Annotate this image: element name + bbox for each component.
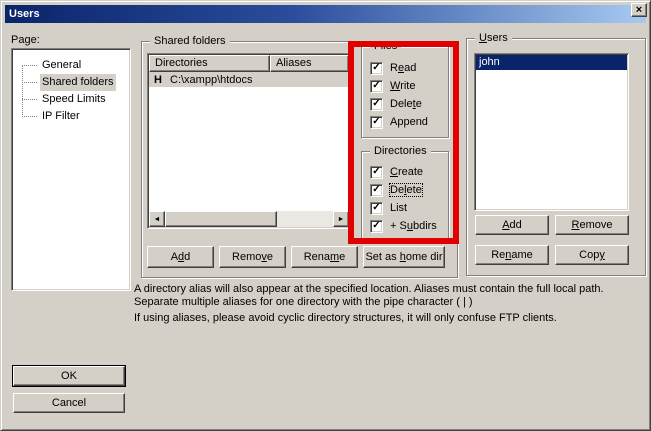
create-checkbox-row[interactable]: ✓ Create — [370, 165, 423, 179]
subdirs-checkbox-row[interactable]: ✓ + Subdirs — [370, 219, 437, 233]
home-marker: H — [154, 74, 170, 86]
checkmark-icon: ✓ — [372, 81, 380, 91]
user-list-item[interactable]: john — [476, 55, 627, 70]
folder-add-button[interactable]: Add — [147, 246, 214, 268]
page-label: Page: — [11, 34, 40, 46]
directories-group: Directories ✓ Create ✓ Delete ✓ List ✓ +… — [361, 151, 449, 243]
tree-line-stub — [22, 99, 37, 100]
files-group-label: Files — [370, 40, 401, 52]
read-label: Read — [390, 62, 416, 74]
column-header-directories[interactable]: Directories — [149, 55, 270, 72]
ok-button[interactable]: OK — [13, 366, 125, 386]
button-label: Remove — [232, 251, 273, 263]
directories-group-label: Directories — [370, 145, 431, 157]
button-label: Copy — [579, 249, 605, 261]
tree-item-label: IP Filter — [40, 108, 82, 125]
read-checkbox-row[interactable]: ✓ Read — [370, 61, 416, 75]
write-checkbox[interactable]: ✓ — [370, 80, 383, 93]
button-label: Add — [502, 219, 522, 231]
tree-item-label: Shared folders — [40, 74, 116, 91]
cyclic-note: If using aliases, please avoid cyclic di… — [134, 312, 646, 325]
button-label: Remove — [572, 219, 613, 231]
write-label: Write — [390, 80, 415, 92]
directories-list-header: Directories Aliases — [149, 55, 349, 72]
create-checkbox[interactable]: ✓ — [370, 166, 383, 179]
dir-delete-label: Delete — [390, 184, 422, 196]
user-remove-button[interactable]: Remove — [555, 215, 629, 235]
read-checkbox[interactable]: ✓ — [370, 62, 383, 75]
tree-item-label: General — [40, 57, 83, 74]
button-label: OK — [61, 370, 77, 382]
tree-line-stub — [22, 82, 37, 83]
column-header-aliases[interactable]: Aliases — [270, 55, 349, 72]
set-as-home-dir-button[interactable]: Set as home dir — [363, 246, 445, 268]
dir-delete-checkbox[interactable]: ✓ — [370, 184, 383, 197]
scroll-left-icon: ◄ — [154, 216, 161, 223]
window-title: Users — [9, 8, 40, 20]
scroll-left-button[interactable]: ◄ — [149, 211, 165, 227]
button-label: Set as home dir — [365, 251, 442, 263]
tree-item-general[interactable]: General — [12, 57, 130, 74]
file-delete-checkbox[interactable]: ✓ — [370, 98, 383, 111]
append-checkbox[interactable]: ✓ — [370, 116, 383, 129]
write-checkbox-row[interactable]: ✓ Write — [370, 79, 415, 93]
tree-item-ip-filter[interactable]: IP Filter — [12, 108, 130, 125]
tree-line-stub — [22, 116, 37, 117]
checkmark-icon: ✓ — [372, 221, 380, 231]
titlebar[interactable]: Users — [5, 5, 646, 23]
close-button[interactable]: × — [631, 3, 647, 17]
tree-item-label: Speed Limits — [40, 91, 108, 108]
checkmark-icon: ✓ — [372, 167, 380, 177]
user-rename-button[interactable]: Rename — [475, 245, 549, 265]
subdirs-label: + Subdirs — [390, 220, 437, 232]
button-label: Rename — [491, 249, 533, 261]
alias-note: A directory alias will also appear at th… — [134, 283, 646, 309]
tree-line-stub — [22, 65, 37, 66]
list-checkbox-row[interactable]: ✓ List — [370, 201, 407, 215]
folder-rename-button[interactable]: Rename — [291, 246, 358, 268]
tree-item-shared-folders[interactable]: Shared folders — [12, 74, 130, 91]
button-label: Rename — [304, 251, 346, 263]
subdirs-checkbox[interactable]: ✓ — [370, 220, 383, 233]
files-group: Files ✓ Read ✓ Write ✓ Delete ✓ Append — [361, 46, 449, 138]
checkmark-icon: ✓ — [372, 63, 380, 73]
cancel-button[interactable]: Cancel — [13, 393, 125, 413]
scrollbar-thumb[interactable] — [165, 211, 277, 227]
list-checkbox[interactable]: ✓ — [370, 202, 383, 215]
append-label: Append — [390, 116, 428, 128]
list-label: List — [390, 202, 407, 214]
checkmark-icon: ✓ — [372, 203, 380, 213]
page-tree[interactable]: General Shared folders Speed Limits IP F… — [11, 48, 131, 291]
file-delete-label: Delete — [390, 98, 422, 110]
users-list[interactable]: john — [474, 53, 629, 211]
dir-delete-checkbox-row[interactable]: ✓ Delete — [370, 183, 422, 197]
users-dialog: Users × Page: General Shared folders Spe… — [0, 0, 651, 431]
create-label: Create — [390, 166, 423, 178]
horizontal-scrollbar[interactable]: ◄ ► — [149, 211, 349, 227]
directory-row[interactable]: H C:\xampp\htdocs — [149, 72, 349, 87]
checkmark-icon: ✓ — [372, 99, 380, 109]
shared-folders-group-label: Shared folders — [150, 35, 230, 47]
checkmark-icon: ✓ — [372, 185, 380, 195]
append-checkbox-row[interactable]: ✓ Append — [370, 115, 428, 129]
directory-path: C:\xampp\htdocs — [170, 74, 253, 86]
user-add-button[interactable]: Add — [475, 215, 549, 235]
user-copy-button[interactable]: Copy — [555, 245, 629, 265]
users-group-label: Users — [475, 32, 512, 44]
close-icon: × — [636, 5, 642, 16]
scroll-right-button[interactable]: ► — [333, 211, 349, 227]
checkmark-icon: ✓ — [372, 117, 380, 127]
scroll-right-icon: ► — [338, 216, 345, 223]
directories-list[interactable]: Directories Aliases H C:\xampp\htdocs ◄ … — [147, 53, 351, 229]
folder-remove-button[interactable]: Remove — [219, 246, 286, 268]
button-label: Cancel — [52, 397, 86, 409]
user-name: john — [479, 56, 500, 68]
tree-item-speed-limits[interactable]: Speed Limits — [12, 91, 130, 108]
file-delete-checkbox-row[interactable]: ✓ Delete — [370, 97, 422, 111]
button-label: Add — [171, 251, 191, 263]
